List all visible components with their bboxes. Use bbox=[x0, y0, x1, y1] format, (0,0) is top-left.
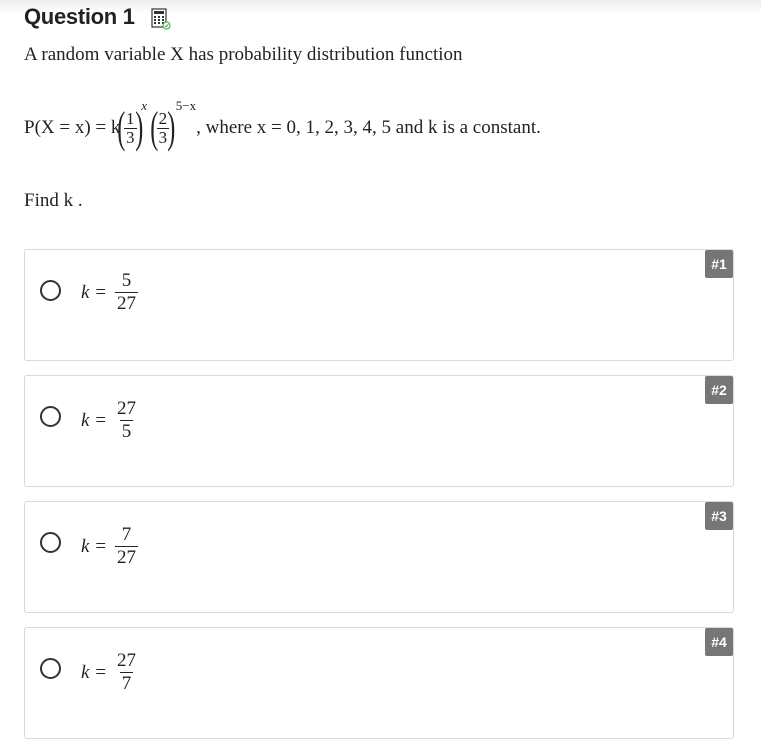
option-lhs: k = bbox=[81, 409, 108, 431]
option-answer: k = 7 27 bbox=[81, 524, 139, 569]
option-lhs: k = bbox=[81, 535, 108, 557]
radio-button[interactable] bbox=[40, 658, 61, 679]
formula-lhs: P(X = x) = k bbox=[24, 117, 121, 138]
pdf-formula: P(X = x) = k ( 1 3 ) x ( 2 3 ) 5−x , whe… bbox=[24, 98, 541, 156]
exponent-2: 5−x bbox=[175, 98, 197, 113]
option-badge: #1 bbox=[705, 250, 733, 278]
formula-term-2: ( 2 3 ) 5−x bbox=[150, 98, 197, 152]
option-fraction: 5 27 bbox=[115, 270, 139, 314]
question-prompt: Find k . bbox=[24, 190, 83, 211]
radio-button[interactable] bbox=[40, 532, 61, 553]
exponent-1: x bbox=[141, 98, 147, 113]
calculator-icon[interactable] bbox=[151, 8, 171, 30]
radio-button[interactable] bbox=[40, 280, 61, 301]
option-lhs: k = bbox=[81, 661, 108, 683]
question-title: Question 1 bbox=[24, 4, 135, 29]
answer-option-4[interactable]: #4 k = 27 7 bbox=[24, 627, 734, 739]
answer-option-3[interactable]: #3 k = 7 27 bbox=[24, 501, 734, 613]
option-answer: k = 5 27 bbox=[81, 270, 139, 315]
option-badge: #3 bbox=[705, 502, 733, 530]
question-header: Question 1 bbox=[24, 4, 171, 30]
answer-option-1[interactable]: #1 k = 5 27 bbox=[24, 249, 734, 361]
option-answer: k = 27 7 bbox=[81, 650, 139, 695]
radio-button[interactable] bbox=[40, 406, 61, 427]
option-badge: #4 bbox=[705, 628, 733, 656]
formula-term-1: ( 1 3 ) x bbox=[117, 98, 147, 152]
question-intro: A random variable X has probability dist… bbox=[24, 44, 463, 65]
answer-option-2[interactable]: #2 k = 27 5 bbox=[24, 375, 734, 487]
option-answer: k = 27 5 bbox=[81, 398, 139, 443]
option-fraction: 7 27 bbox=[115, 524, 139, 568]
option-fraction: 27 5 bbox=[117, 398, 137, 442]
option-lhs: k = bbox=[81, 281, 108, 303]
option-fraction: 27 7 bbox=[117, 650, 137, 694]
formula-tail: , where x = 0, 1, 2, 3, 4, 5 and k is a … bbox=[196, 117, 541, 138]
option-badge: #2 bbox=[705, 376, 733, 404]
